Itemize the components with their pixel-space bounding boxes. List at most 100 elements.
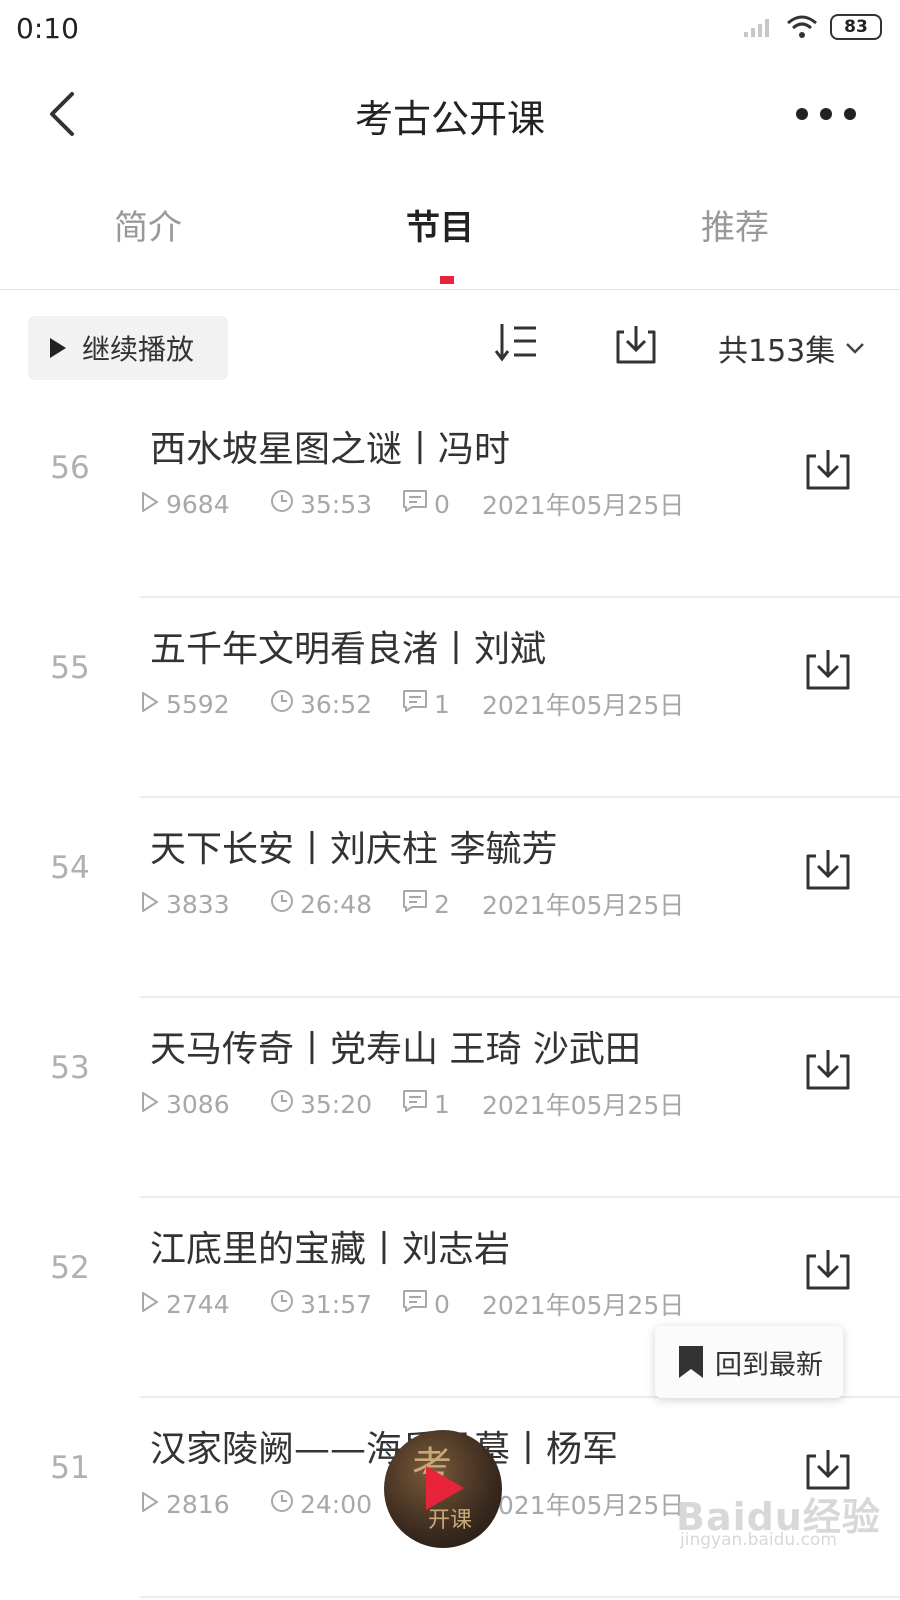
publish-date: 2021年05月25日 [482, 1291, 685, 1320]
mini-player[interactable]: 考 开课 [384, 1430, 502, 1548]
continue-play-label: 继续播放 [82, 333, 195, 366]
play-count-value: 3086 [166, 1089, 230, 1119]
comment-count: 0 [402, 489, 482, 519]
back-to-latest-button[interactable]: 回到最新 [655, 1326, 843, 1398]
download-all-icon[interactable] [614, 322, 658, 366]
tab-episodes[interactable]: 节目 [360, 200, 520, 249]
episode-title: 江底里的宝藏丨刘志岩 [150, 1229, 511, 1270]
status-icons: 83 [742, 14, 882, 40]
comment-icon [402, 1089, 428, 1119]
episode-number: 56 [50, 450, 90, 486]
play-count: 9684 [140, 490, 270, 519]
duration: 35:53 [270, 489, 402, 519]
comment-icon [402, 889, 428, 919]
watermark-url: jingyan.baidu.com [680, 1530, 837, 1550]
battery-level: 83 [844, 17, 868, 37]
download-icon[interactable] [804, 646, 852, 696]
episode-row[interactable]: 54 天下长安丨刘庆柱 李毓芳 3833 26:48 2 2021年05月25日 [0, 800, 900, 1000]
row-divider [140, 1596, 900, 1598]
play-count-value: 2744 [166, 1289, 230, 1319]
sort-order-icon[interactable] [494, 322, 540, 362]
publish-date: 2021年05月25日 [482, 1491, 685, 1520]
duration-value: 35:20 [300, 1089, 373, 1119]
clock-icon [270, 1289, 294, 1319]
clock-icon [270, 889, 294, 919]
row-divider [140, 996, 900, 998]
tab-indicator [440, 276, 454, 284]
comment-count: 0 [402, 1289, 482, 1319]
episode-meta: 5592 36:52 1 2021年05月25日 [140, 686, 684, 722]
episode-title: 天马传奇丨党寿山 王琦 沙武田 [150, 1029, 641, 1070]
download-icon[interactable] [804, 846, 852, 896]
episode-number: 54 [50, 850, 90, 886]
episode-meta: 2744 31:57 0 2021年05月25日 [140, 1286, 684, 1322]
duration: 35:20 [270, 1089, 402, 1119]
back-to-latest-label: 回到最新 [715, 1349, 823, 1381]
comment-icon [402, 689, 428, 719]
episode-number: 55 [50, 650, 90, 686]
episode-meta: 3833 26:48 2 2021年05月25日 [140, 886, 684, 922]
publish-date: 2021年05月25日 [482, 491, 685, 520]
comment-count-value: 1 [434, 689, 450, 719]
comment-icon [402, 1289, 428, 1319]
episode-meta: 9684 35:53 0 2021年05月25日 [140, 486, 684, 522]
signal-icon [744, 19, 769, 37]
play-count-value: 5592 [166, 689, 230, 719]
play-count: 5592 [140, 690, 270, 719]
episode-number: 51 [50, 1450, 90, 1486]
duration: 24:00 [270, 1489, 402, 1519]
episode-row[interactable]: 55 五千年文明看良渚丨刘斌 5592 36:52 1 2021年05月25日 [0, 600, 900, 800]
episode-count-dropdown[interactable]: 共153集 [718, 326, 865, 370]
episode-number: 52 [50, 1250, 90, 1286]
comment-icon [402, 489, 428, 519]
comment-count-value: 1 [434, 1089, 450, 1119]
row-divider [140, 1196, 900, 1198]
download-icon[interactable] [804, 446, 852, 496]
play-count-icon [140, 890, 160, 919]
tab-divider [0, 289, 900, 290]
wifi-icon [787, 15, 817, 38]
bookmark-icon [679, 1346, 703, 1378]
clock-icon [270, 1089, 294, 1119]
play-count-value: 2816 [166, 1489, 230, 1519]
episode-title: 五千年文明看良渚丨刘斌 [150, 629, 547, 670]
page-title: 考古公开课 [354, 97, 545, 141]
row-divider [140, 596, 900, 598]
play-count: 3086 [140, 1090, 270, 1119]
play-count-value: 9684 [166, 489, 230, 519]
duration-value: 26:48 [300, 889, 373, 919]
play-count-value: 3833 [166, 889, 230, 919]
clock-icon [270, 689, 294, 719]
publish-date: 2021年05月25日 [482, 891, 685, 920]
episode-row[interactable]: 53 天马传奇丨党寿山 王琦 沙武田 3086 35:20 1 2021年05月25日 [0, 1000, 900, 1200]
play-icon [426, 1466, 464, 1510]
duration-value: 36:52 [300, 689, 373, 719]
status-time: 0:10 [16, 12, 79, 45]
duration-value: 31:57 [300, 1289, 373, 1319]
download-icon[interactable] [804, 1046, 852, 1096]
comment-count-value: 0 [434, 1289, 450, 1319]
comment-count-value: 2 [434, 889, 450, 919]
play-count: 2744 [140, 1290, 270, 1319]
duration-value: 35:53 [300, 489, 373, 519]
play-count-icon [140, 1490, 160, 1519]
clock-icon [270, 1489, 294, 1519]
comment-count: 2 [402, 889, 482, 919]
tab-recommend[interactable]: 推荐 [655, 200, 815, 249]
battery-icon: 83 [830, 14, 882, 40]
play-count: 3833 [140, 890, 270, 919]
duration: 36:52 [270, 689, 402, 719]
episode-row[interactable]: 56 西水坡星图之谜丨冯时 9684 35:53 0 2021年05月25日 [0, 400, 900, 600]
episode-title: 天下长安丨刘庆柱 李毓芳 [150, 829, 558, 870]
row-divider [140, 796, 900, 798]
duration: 26:48 [270, 889, 402, 919]
play-count-icon [140, 690, 160, 719]
publish-date: 2021年05月25日 [482, 691, 685, 720]
play-icon [50, 338, 66, 358]
continue-play-button[interactable]: 继续播放 [28, 316, 228, 380]
tab-intro[interactable]: 简介 [68, 200, 228, 249]
episode-title: 西水坡星图之谜丨冯时 [150, 429, 511, 470]
episode-number: 53 [50, 1050, 90, 1086]
download-icon[interactable] [804, 1246, 852, 1296]
more-options-icon[interactable] [794, 96, 858, 132]
